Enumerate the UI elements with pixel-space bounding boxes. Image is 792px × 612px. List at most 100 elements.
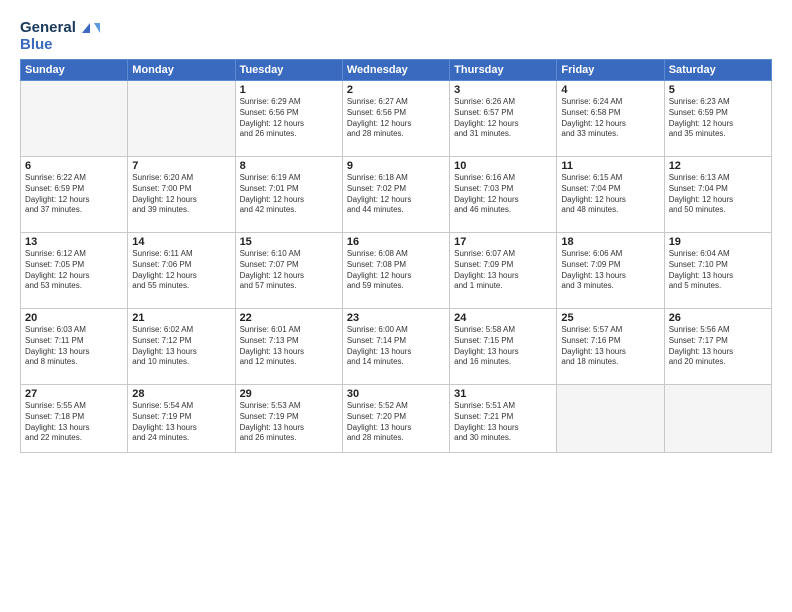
calendar-cell: 23Sunrise: 6:00 AM Sunset: 7:14 PM Dayli… xyxy=(342,309,449,385)
calendar-cell: 9Sunrise: 6:18 AM Sunset: 7:02 PM Daylig… xyxy=(342,157,449,233)
day-number: 27 xyxy=(25,388,123,400)
weekday-header-row: SundayMondayTuesdayWednesdayThursdayFrid… xyxy=(21,60,772,81)
logo-text: General Blue xyxy=(20,20,100,53)
page-header: General Blue xyxy=(20,16,772,53)
day-detail: Sunrise: 6:10 AM Sunset: 7:07 PM Dayligh… xyxy=(240,249,338,292)
calendar-cell: 6Sunrise: 6:22 AM Sunset: 6:59 PM Daylig… xyxy=(21,157,128,233)
calendar-cell: 22Sunrise: 6:01 AM Sunset: 7:13 PM Dayli… xyxy=(235,309,342,385)
day-number: 5 xyxy=(669,84,767,96)
day-number: 18 xyxy=(561,236,659,248)
calendar-cell: 19Sunrise: 6:04 AM Sunset: 7:10 PM Dayli… xyxy=(664,233,771,309)
day-detail: Sunrise: 6:20 AM Sunset: 7:00 PM Dayligh… xyxy=(132,173,230,216)
day-number: 29 xyxy=(240,388,338,400)
day-detail: Sunrise: 6:01 AM Sunset: 7:13 PM Dayligh… xyxy=(240,325,338,368)
day-number: 26 xyxy=(669,312,767,324)
calendar-cell: 13Sunrise: 6:12 AM Sunset: 7:05 PM Dayli… xyxy=(21,233,128,309)
calendar-cell: 21Sunrise: 6:02 AM Sunset: 7:12 PM Dayli… xyxy=(128,309,235,385)
day-detail: Sunrise: 6:11 AM Sunset: 7:06 PM Dayligh… xyxy=(132,249,230,292)
calendar-cell: 11Sunrise: 6:15 AM Sunset: 7:04 PM Dayli… xyxy=(557,157,664,233)
calendar-cell: 4Sunrise: 6:24 AM Sunset: 6:58 PM Daylig… xyxy=(557,81,664,157)
calendar-cell: 18Sunrise: 6:06 AM Sunset: 7:09 PM Dayli… xyxy=(557,233,664,309)
day-detail: Sunrise: 6:15 AM Sunset: 7:04 PM Dayligh… xyxy=(561,173,659,216)
day-number: 12 xyxy=(669,160,767,172)
day-detail: Sunrise: 6:23 AM Sunset: 6:59 PM Dayligh… xyxy=(669,97,767,140)
calendar-week-1: 1Sunrise: 6:29 AM Sunset: 6:56 PM Daylig… xyxy=(21,81,772,157)
day-detail: Sunrise: 5:52 AM Sunset: 7:20 PM Dayligh… xyxy=(347,401,445,444)
day-number: 3 xyxy=(454,84,552,96)
day-number: 24 xyxy=(454,312,552,324)
day-number: 11 xyxy=(561,160,659,172)
day-detail: Sunrise: 6:13 AM Sunset: 7:04 PM Dayligh… xyxy=(669,173,767,216)
calendar-week-3: 13Sunrise: 6:12 AM Sunset: 7:05 PM Dayli… xyxy=(21,233,772,309)
calendar-cell: 14Sunrise: 6:11 AM Sunset: 7:06 PM Dayli… xyxy=(128,233,235,309)
day-number: 14 xyxy=(132,236,230,248)
day-number: 25 xyxy=(561,312,659,324)
calendar-cell: 7Sunrise: 6:20 AM Sunset: 7:00 PM Daylig… xyxy=(128,157,235,233)
day-detail: Sunrise: 6:27 AM Sunset: 6:56 PM Dayligh… xyxy=(347,97,445,140)
day-number: 22 xyxy=(240,312,338,324)
day-number: 13 xyxy=(25,236,123,248)
calendar-cell: 2Sunrise: 6:27 AM Sunset: 6:56 PM Daylig… xyxy=(342,81,449,157)
day-detail: Sunrise: 6:07 AM Sunset: 7:09 PM Dayligh… xyxy=(454,249,552,292)
day-detail: Sunrise: 5:58 AM Sunset: 7:15 PM Dayligh… xyxy=(454,325,552,368)
weekday-header-tuesday: Tuesday xyxy=(235,60,342,81)
calendar-cell xyxy=(21,81,128,157)
day-detail: Sunrise: 6:26 AM Sunset: 6:57 PM Dayligh… xyxy=(454,97,552,140)
weekday-header-saturday: Saturday xyxy=(664,60,771,81)
day-number: 28 xyxy=(132,388,230,400)
calendar-cell: 1Sunrise: 6:29 AM Sunset: 6:56 PM Daylig… xyxy=(235,81,342,157)
calendar-cell xyxy=(128,81,235,157)
weekday-header-wednesday: Wednesday xyxy=(342,60,449,81)
day-detail: Sunrise: 6:03 AM Sunset: 7:11 PM Dayligh… xyxy=(25,325,123,368)
day-detail: Sunrise: 5:54 AM Sunset: 7:19 PM Dayligh… xyxy=(132,401,230,444)
day-number: 16 xyxy=(347,236,445,248)
calendar-cell: 30Sunrise: 5:52 AM Sunset: 7:20 PM Dayli… xyxy=(342,385,449,453)
day-number: 20 xyxy=(25,312,123,324)
calendar-cell: 31Sunrise: 5:51 AM Sunset: 7:21 PM Dayli… xyxy=(450,385,557,453)
day-number: 8 xyxy=(240,160,338,172)
calendar-week-5: 27Sunrise: 5:55 AM Sunset: 7:18 PM Dayli… xyxy=(21,385,772,453)
day-number: 2 xyxy=(347,84,445,96)
weekday-header-monday: Monday xyxy=(128,60,235,81)
day-detail: Sunrise: 6:18 AM Sunset: 7:02 PM Dayligh… xyxy=(347,173,445,216)
day-number: 19 xyxy=(669,236,767,248)
day-detail: Sunrise: 5:55 AM Sunset: 7:18 PM Dayligh… xyxy=(25,401,123,444)
calendar-cell: 24Sunrise: 5:58 AM Sunset: 7:15 PM Dayli… xyxy=(450,309,557,385)
day-detail: Sunrise: 6:00 AM Sunset: 7:14 PM Dayligh… xyxy=(347,325,445,368)
day-number: 31 xyxy=(454,388,552,400)
weekday-header-friday: Friday xyxy=(557,60,664,81)
day-detail: Sunrise: 6:12 AM Sunset: 7:05 PM Dayligh… xyxy=(25,249,123,292)
day-number: 23 xyxy=(347,312,445,324)
day-detail: Sunrise: 6:22 AM Sunset: 6:59 PM Dayligh… xyxy=(25,173,123,216)
day-number: 7 xyxy=(132,160,230,172)
weekday-header-thursday: Thursday xyxy=(450,60,557,81)
day-number: 4 xyxy=(561,84,659,96)
day-detail: Sunrise: 6:04 AM Sunset: 7:10 PM Dayligh… xyxy=(669,249,767,292)
day-detail: Sunrise: 6:02 AM Sunset: 7:12 PM Dayligh… xyxy=(132,325,230,368)
calendar-table: SundayMondayTuesdayWednesdayThursdayFrid… xyxy=(20,59,772,453)
day-detail: Sunrise: 5:51 AM Sunset: 7:21 PM Dayligh… xyxy=(454,401,552,444)
calendar-cell: 3Sunrise: 6:26 AM Sunset: 6:57 PM Daylig… xyxy=(450,81,557,157)
day-detail: Sunrise: 6:08 AM Sunset: 7:08 PM Dayligh… xyxy=(347,249,445,292)
calendar-cell xyxy=(557,385,664,453)
day-detail: Sunrise: 6:24 AM Sunset: 6:58 PM Dayligh… xyxy=(561,97,659,140)
calendar-cell: 27Sunrise: 5:55 AM Sunset: 7:18 PM Dayli… xyxy=(21,385,128,453)
calendar-cell: 10Sunrise: 6:16 AM Sunset: 7:03 PM Dayli… xyxy=(450,157,557,233)
day-detail: Sunrise: 6:19 AM Sunset: 7:01 PM Dayligh… xyxy=(240,173,338,216)
calendar-cell: 25Sunrise: 5:57 AM Sunset: 7:16 PM Dayli… xyxy=(557,309,664,385)
day-number: 30 xyxy=(347,388,445,400)
day-number: 21 xyxy=(132,312,230,324)
day-detail: Sunrise: 5:56 AM Sunset: 7:17 PM Dayligh… xyxy=(669,325,767,368)
day-number: 9 xyxy=(347,160,445,172)
day-detail: Sunrise: 5:53 AM Sunset: 7:19 PM Dayligh… xyxy=(240,401,338,444)
day-number: 1 xyxy=(240,84,338,96)
day-detail: Sunrise: 6:29 AM Sunset: 6:56 PM Dayligh… xyxy=(240,97,338,140)
calendar-cell: 16Sunrise: 6:08 AM Sunset: 7:08 PM Dayli… xyxy=(342,233,449,309)
calendar-cell xyxy=(664,385,771,453)
day-detail: Sunrise: 6:16 AM Sunset: 7:03 PM Dayligh… xyxy=(454,173,552,216)
calendar-week-2: 6Sunrise: 6:22 AM Sunset: 6:59 PM Daylig… xyxy=(21,157,772,233)
day-number: 10 xyxy=(454,160,552,172)
calendar-week-4: 20Sunrise: 6:03 AM Sunset: 7:11 PM Dayli… xyxy=(21,309,772,385)
day-detail: Sunrise: 6:06 AM Sunset: 7:09 PM Dayligh… xyxy=(561,249,659,292)
logo: General Blue xyxy=(20,20,100,53)
